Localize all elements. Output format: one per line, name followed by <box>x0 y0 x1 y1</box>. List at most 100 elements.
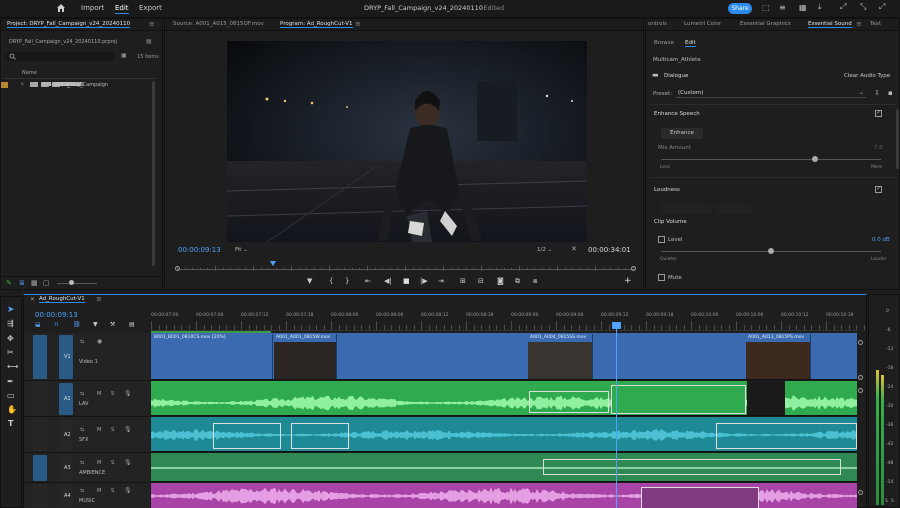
folder-icon[interactable]: ▣ <box>121 52 127 59</box>
level-thumb[interactable] <box>768 248 774 254</box>
level-checkbox[interactable] <box>658 236 665 243</box>
mix-amount-thumb[interactable] <box>812 156 818 162</box>
selected-audio-clip[interactable] <box>611 385 746 414</box>
video-clip[interactable]: A001_A013_0815PS.mov <box>745 334 811 379</box>
mix-amount-slider[interactable] <box>661 156 881 162</box>
solo-track-button[interactable]: S <box>111 460 114 466</box>
slip-tool-icon[interactable]: ⟷ <box>7 362 18 371</box>
playhead-handle[interactable] <box>612 322 621 329</box>
program-timecode[interactable]: 00:00:09:13 <box>178 246 221 254</box>
sfx-clip[interactable] <box>213 423 281 449</box>
meter-solo-label[interactable]: S <box>885 499 888 504</box>
sfx-clip[interactable] <box>716 423 857 449</box>
settings-wrench-icon[interactable]: ⚒ <box>110 321 115 328</box>
playhead-marker[interactable] <box>270 261 277 266</box>
scroll-handle-mid[interactable] <box>858 375 863 380</box>
audio-transition[interactable] <box>529 391 609 413</box>
solo-track-button[interactable]: S <box>111 488 114 494</box>
tab-text[interactable]: Text <box>870 21 881 27</box>
tab-program[interactable]: Program: Ad_RoughCut-V1 <box>280 21 353 28</box>
toggle-proxy-icon[interactable]: ⧈ <box>533 277 537 286</box>
sequence-menu-icon[interactable]: ≡ <box>96 295 102 303</box>
menu-edit[interactable]: Edit <box>115 4 129 14</box>
source-patch[interactable] <box>33 335 47 379</box>
project-tree-row[interactable]: ›Spring_Campaign <box>1 81 151 167</box>
eye-icon[interactable]: ◉ <box>97 338 102 345</box>
tab-project[interactable]: Project: DRYP_Fall_Campaign_v24_20240110 <box>7 21 131 28</box>
audio-clip-music[interactable] <box>151 483 857 508</box>
level-slider[interactable] <box>661 248 881 254</box>
tab-sequence[interactable]: Ad_RoughCut-V1 <box>39 296 85 303</box>
mute-track-button[interactable]: M <box>97 391 101 397</box>
go-to-in-icon[interactable]: ⇤ <box>365 277 371 285</box>
sync-lock-icon[interactable]: ⇆ <box>80 339 84 345</box>
pencil-icon[interactable]: ✎ <box>6 279 12 287</box>
meter-solo-label[interactable]: S <box>891 499 894 504</box>
type-tool-icon[interactable]: T <box>8 419 13 428</box>
project-tree-row[interactable]: ⌄B-ROLL <box>1 81 151 130</box>
share-button[interactable]: Share <box>728 3 752 14</box>
project-tree-row[interactable]: ›ARCHIVAL <box>1 81 151 117</box>
zoom-slider-thumb[interactable] <box>69 280 74 285</box>
project-tree-row[interactable]: ›B_CAM <box>1 81 151 155</box>
sync-lock-icon[interactable]: ⇆ <box>80 488 84 494</box>
microphone-icon[interactable]: 🎙 <box>124 426 132 433</box>
video-clip[interactable]: A001_A001_0815W.mov <box>273 334 337 379</box>
delete-preset-icon[interactable]: ▪ <box>888 89 893 97</box>
scroll-handle-bottom[interactable] <box>858 490 863 495</box>
rectangle-tool-icon[interactable]: ▭ <box>7 391 15 400</box>
subtab-browse[interactable]: Browse <box>654 40 674 46</box>
mark-out-icon[interactable]: } <box>345 277 349 285</box>
scroll-handle-mid2[interactable] <box>858 388 863 393</box>
panel-menu-icon[interactable]: ≡ <box>149 20 155 28</box>
microphone-icon[interactable]: 🎙 <box>124 390 132 397</box>
mute-checkbox[interactable] <box>658 274 665 281</box>
label-color-swatch[interactable] <box>1 82 8 88</box>
scrubber-start-handle[interactable] <box>175 266 180 271</box>
tab-source[interactable]: Source: A001_A015_0815OF.mov <box>173 21 264 27</box>
video-clip[interactable]: B001_B001_0810CS.mov [20%] <box>151 334 273 379</box>
time-ruler[interactable]: 00:00:07:00 00:00:07:06 00:00:07:12 00:00:0… <box>151 309 865 331</box>
solo-track-button[interactable]: S <box>111 427 114 433</box>
linked-selection-icon[interactable]: ⛓ <box>73 321 81 328</box>
restore-icon[interactable]: ⤢ <box>840 2 846 12</box>
project-tree-row[interactable]: ›LOG CLIPS <box>1 81 151 217</box>
project-search-input[interactable] <box>6 52 114 61</box>
source-patch[interactable] <box>33 419 47 451</box>
sync-lock-icon[interactable]: ⇆ <box>80 427 84 433</box>
audio-clip-sfx[interactable] <box>151 417 857 452</box>
audio-clip-lav[interactable] <box>151 381 857 416</box>
menu-export[interactable]: Export <box>139 4 162 12</box>
workspaces-icon[interactable]: ⬚ <box>762 4 770 12</box>
fit-dropdown[interactable]: Fit ⌄ <box>235 247 248 253</box>
loudness-auto-match-button[interactable] <box>661 205 711 214</box>
project-tree-row[interactable]: ›D_CAM <box>1 81 151 192</box>
mute-track-button[interactable]: M <box>97 460 101 466</box>
track-select-icon[interactable]: ⇶ <box>7 319 14 328</box>
marker-icon[interactable]: ▼ <box>93 321 98 328</box>
project-tree-row[interactable]: ›A_CAM <box>1 81 151 142</box>
microphone-icon[interactable]: 🎙 <box>124 459 132 466</box>
minimize-icon[interactable]: ⤓ <box>818 2 822 12</box>
clear-audio-type-button[interactable]: Clear Audio Type <box>844 73 890 79</box>
loudness-reset-button[interactable] <box>716 205 751 214</box>
program-menu-icon[interactable]: ≡ <box>355 20 361 28</box>
timeline-playhead[interactable] <box>612 322 621 508</box>
zoom-slider[interactable] <box>57 283 97 284</box>
mark-in-icon[interactable]: { <box>329 277 333 285</box>
source-patch[interactable] <box>33 455 47 481</box>
timeline-scrollbar[interactable] <box>858 340 863 500</box>
tab-effect-controls[interactable]: ontrols <box>648 21 667 27</box>
sync-lock-icon[interactable]: ⇆ <box>80 460 84 466</box>
home-icon[interactable] <box>56 3 66 15</box>
source-patch[interactable] <box>33 485 47 507</box>
program-scrubber[interactable] <box>175 261 636 273</box>
menu-import[interactable]: Import <box>81 4 104 12</box>
sync-lock-icon[interactable]: ⇆ <box>80 391 84 397</box>
project-tree-row[interactable]: ⌄002 MEDIA <box>1 81 151 105</box>
project-scrollbar[interactable] <box>152 81 155 266</box>
camera-icon[interactable]: ◙ <box>497 277 504 285</box>
panel-scrollbar[interactable] <box>896 109 899 169</box>
list-view-icon[interactable]: ≣ <box>19 279 25 287</box>
maximize-icon[interactable]: ⤡ <box>860 2 866 12</box>
